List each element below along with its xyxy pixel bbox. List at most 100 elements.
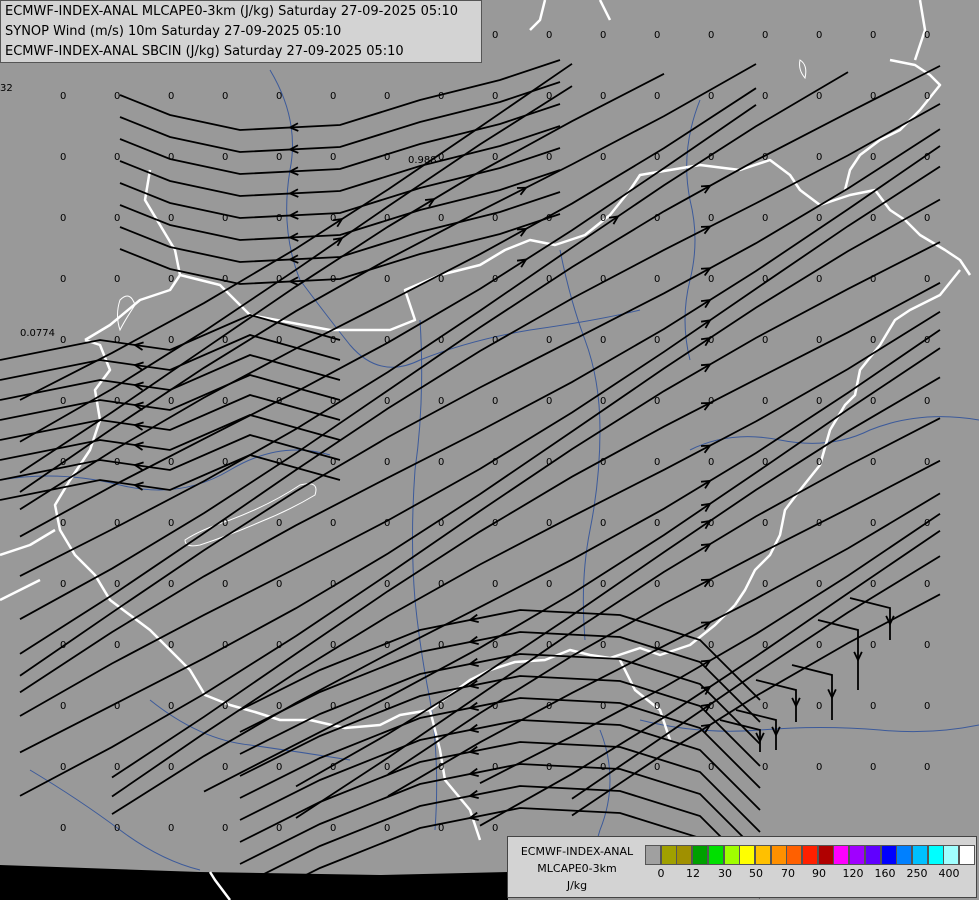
station-value: 0 <box>114 640 120 651</box>
station-value: 0 <box>708 274 714 285</box>
station-value: 0 <box>816 30 822 41</box>
station-value: 0 <box>438 213 444 224</box>
legend-tick-label: 12 <box>686 867 700 880</box>
station-value: 0 <box>330 152 336 163</box>
title-mlcape: ECMWF-INDEX-ANAL MLCAPE0-3km (J/kg) Satu… <box>5 4 459 19</box>
station-value: 0 <box>546 152 552 163</box>
station-value: 0 <box>168 91 174 102</box>
station-value: 0 <box>384 396 390 407</box>
station-value-a: 32 <box>0 83 13 94</box>
station-value: 0 <box>600 518 606 529</box>
station-value: 0 <box>654 274 660 285</box>
legend-tick-label: 250 <box>906 867 928 880</box>
station-value: 0 <box>384 579 390 590</box>
legend-swatch <box>692 845 709 865</box>
station-value: 0 <box>600 91 606 102</box>
station-value: 0 <box>816 579 822 590</box>
station-value: 0 <box>816 396 822 407</box>
station-value: 0 <box>924 396 930 407</box>
station-value: 0 <box>546 579 552 590</box>
station-value: 0 <box>168 579 174 590</box>
station-value: 0 <box>330 518 336 529</box>
legend-swatch <box>911 845 928 865</box>
title-sbcin: ECMWF-INDEX-ANAL SBCIN (J/kg) Saturday 2… <box>5 44 404 59</box>
station-value: 0 <box>870 152 876 163</box>
legend-swatch <box>754 845 771 865</box>
station-value: 0 <box>114 762 120 773</box>
weather-map: 0 0 0 0 0 0 0 0 0 0 0 0 0 0 0 0 0 0 0 0 0 0 0 0 0 0 0 0 0 0 0 0 0 0 0 0 0 0 0 0… <box>0 0 979 900</box>
station-value: 0 <box>222 91 228 102</box>
station-value: 0 <box>384 91 390 102</box>
station-value: 0 <box>924 91 930 102</box>
station-value: 0 <box>924 762 930 773</box>
station-value: 0 <box>924 640 930 651</box>
station-value: 0 <box>654 30 660 41</box>
station-value: 0 <box>330 91 336 102</box>
map-title-box: ECMWF-INDEX-ANAL MLCAPE0-3km (J/kg) Satu… <box>0 0 482 63</box>
station-value: 0 <box>762 701 768 712</box>
station-value: 0 <box>276 213 282 224</box>
station-value: 0 <box>492 762 498 773</box>
legend-tick-label: 90 <box>812 867 826 880</box>
station-value: 0 <box>168 823 174 834</box>
station-value: 0 <box>168 762 174 773</box>
station-value: 0 <box>60 396 66 407</box>
station-value: 0 <box>276 518 282 529</box>
station-value: 0 <box>168 518 174 529</box>
station-value: 0 <box>816 640 822 651</box>
station-value: 0 <box>654 457 660 468</box>
station-value: 0 <box>546 335 552 346</box>
legend-swatch <box>959 845 975 865</box>
station-value: 0 <box>438 640 444 651</box>
station-value: 0 <box>762 396 768 407</box>
station-value: 0 <box>168 701 174 712</box>
station-value: 0 <box>762 30 768 41</box>
station-value: 0 <box>384 823 390 834</box>
legend-swatch <box>660 845 677 865</box>
station-value: 0 <box>384 213 390 224</box>
legend-swatch <box>739 845 756 865</box>
station-value: 0 <box>168 274 174 285</box>
station-value: 0 <box>492 640 498 651</box>
station-value: 0 <box>222 762 228 773</box>
station-value: 0 <box>870 701 876 712</box>
legend-tick-label: 160 <box>874 867 896 880</box>
station-value: 0 <box>600 579 606 590</box>
station-value: 0 <box>546 30 552 41</box>
station-value: 0 <box>924 30 930 41</box>
station-value: 0 <box>600 396 606 407</box>
station-value: 0 <box>600 640 606 651</box>
legend-swatch <box>786 845 803 865</box>
station-value: 0 <box>168 640 174 651</box>
station-value: 0 <box>168 396 174 407</box>
station-value: 0 <box>924 579 930 590</box>
station-value: 0 <box>384 762 390 773</box>
legend-title: ECMWF-INDEX-ANAL <box>520 845 634 858</box>
station-value: 0 <box>384 457 390 468</box>
station-value: 0 <box>276 91 282 102</box>
station-value: 0 <box>114 579 120 590</box>
station-value: 0 <box>600 335 606 346</box>
legend-tick-label: 30 <box>718 867 732 880</box>
legend-tick-label: 50 <box>749 867 763 880</box>
station-value: 0 <box>546 396 552 407</box>
station-value: 0 <box>438 91 444 102</box>
station-value: 0 <box>816 335 822 346</box>
legend-swatch <box>817 845 834 865</box>
legend-swatch <box>849 845 866 865</box>
station-value: 0 <box>816 701 822 712</box>
station-value: 0 <box>330 823 336 834</box>
title-synop-wind: SYNOP Wind (m/s) 10m Saturday 27-09-2025… <box>5 24 342 39</box>
station-value: 0 <box>654 335 660 346</box>
station-value: 0 <box>168 457 174 468</box>
station-value: 0 <box>654 701 660 712</box>
legend-swatch <box>723 845 740 865</box>
station-value: 0 <box>762 91 768 102</box>
station-value: 0 <box>816 213 822 224</box>
station-value-b: 0.988 <box>408 155 437 166</box>
station-value: 0 <box>708 30 714 41</box>
station-value: 0 <box>816 152 822 163</box>
station-value: 0 <box>438 396 444 407</box>
legend-swatch <box>833 845 850 865</box>
station-value: 0 <box>654 762 660 773</box>
